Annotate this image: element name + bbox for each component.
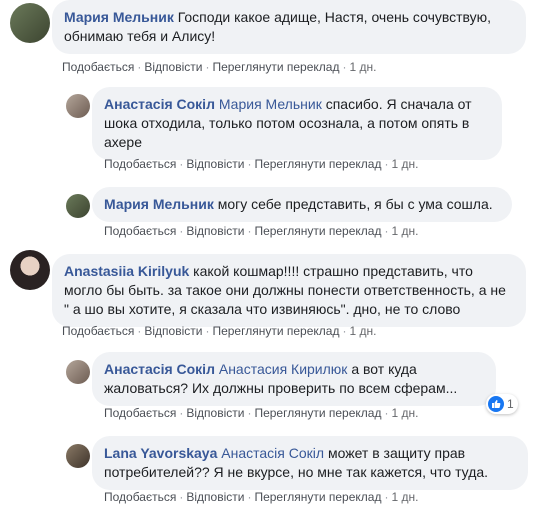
reply-link[interactable]: Відповісти <box>186 157 244 171</box>
avatar[interactable] <box>66 444 90 468</box>
like-link[interactable]: Подобається <box>104 406 176 420</box>
comment-author[interactable]: Anastasiia Kirilyuk <box>64 263 189 279</box>
mention-link[interactable]: Анастасия Кирилюк <box>219 361 348 377</box>
comment-text: могу себе представить, я бы с ума сошла. <box>217 196 493 212</box>
mention-link[interactable]: Анастасія Сокіл <box>221 445 324 461</box>
reply-link[interactable]: Відповісти <box>144 60 202 74</box>
reply-link[interactable]: Відповісти <box>186 224 244 238</box>
like-link[interactable]: Подобається <box>104 224 176 238</box>
mention-link[interactable]: Мария Мельник <box>219 96 322 112</box>
timestamp[interactable]: 1 дн. <box>391 406 418 420</box>
see-translation-link[interactable]: Переглянути переклад <box>254 224 381 238</box>
avatar[interactable] <box>66 94 90 118</box>
comment-bubble: Мария Мельник могу себе представить, я б… <box>92 187 512 222</box>
comment-bubble: Анастасія Сокіл Анастасия Кирилюк а вот … <box>92 352 496 406</box>
see-translation-link[interactable]: Переглянути переклад <box>212 60 339 74</box>
like-link[interactable]: Подобається <box>104 490 176 504</box>
comment-actions: Подобається · Відповісти · Переглянути перек… <box>104 406 419 420</box>
see-translation-link[interactable]: Переглянути переклад <box>212 324 339 338</box>
see-translation-link[interactable]: Переглянути переклад <box>254 157 381 171</box>
avatar[interactable] <box>10 250 50 290</box>
reply-link[interactable]: Відповісти <box>186 490 244 504</box>
see-translation-link[interactable]: Переглянути переклад <box>254 406 381 420</box>
comment-bubble: Мария Мельник Господи какое адище, Настя… <box>52 0 526 54</box>
see-translation-link[interactable]: Переглянути переклад <box>254 490 381 504</box>
avatar[interactable] <box>10 3 50 43</box>
comment-author[interactable]: Мария Мельник <box>64 9 174 25</box>
comment-actions: Подобається · Відповісти · Переглянути перек… <box>62 324 377 338</box>
comment-actions: Подобається · Відповісти · Переглянути перек… <box>62 60 377 74</box>
like-link[interactable]: Подобається <box>62 60 134 74</box>
avatar[interactable] <box>66 360 90 384</box>
comment-bubble: Lana Yavorskaya Анастасія Сокіл может в … <box>92 436 528 490</box>
like-link[interactable]: Подобається <box>104 157 176 171</box>
reply-link[interactable]: Відповісти <box>186 406 244 420</box>
like-icon <box>488 396 504 412</box>
timestamp[interactable]: 1 дн. <box>391 224 418 238</box>
reaction-count: 1 <box>507 397 514 411</box>
comment-actions: Подобається · Відповісти · Переглянути перек… <box>104 157 419 171</box>
timestamp[interactable]: 1 дн. <box>349 60 376 74</box>
timestamp[interactable]: 1 дн. <box>391 157 418 171</box>
comment-bubble: Анастасія Сокіл Мария Мельник спасибо. Я… <box>92 87 502 160</box>
comment-author[interactable]: Анастасія Сокіл <box>104 361 215 377</box>
comment-author[interactable]: Мария Мельник <box>104 196 214 212</box>
comment-actions: Подобається · Відповісти · Переглянути перек… <box>104 490 419 504</box>
comment-actions: Подобається · Відповісти · Переглянути перек… <box>104 224 419 238</box>
like-link[interactable]: Подобається <box>62 324 134 338</box>
comment-author[interactable]: Анастасія Сокіл <box>104 96 215 112</box>
timestamp[interactable]: 1 дн. <box>391 490 418 504</box>
reaction-badge[interactable]: 1 <box>486 394 518 414</box>
comment-author[interactable]: Lana Yavorskaya <box>104 445 217 461</box>
timestamp[interactable]: 1 дн. <box>349 324 376 338</box>
avatar[interactable] <box>66 194 90 218</box>
comment-bubble: Anastasiia Kirilyuk какой кошмар!!!! стр… <box>52 254 526 327</box>
reply-link[interactable]: Відповісти <box>144 324 202 338</box>
